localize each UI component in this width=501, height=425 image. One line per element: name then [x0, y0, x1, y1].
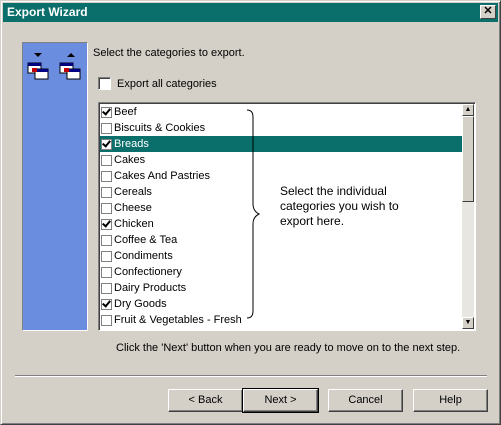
category-checkbox[interactable] — [101, 202, 112, 214]
list-item[interactable]: Breads — [100, 136, 463, 152]
category-checkbox[interactable] — [101, 282, 112, 294]
callout-text: Select the individual categories you wis… — [280, 184, 399, 228]
list-item[interactable]: Dry Goods — [100, 296, 463, 312]
category-checkbox[interactable] — [101, 218, 112, 230]
category-label[interactable]: Condiments — [114, 250, 173, 262]
list-item[interactable]: Cakes — [100, 152, 463, 168]
category-checkbox[interactable] — [101, 250, 112, 262]
back-button-label: < Back — [188, 394, 223, 406]
category-checkbox[interactable] — [101, 154, 112, 166]
category-checkbox[interactable] — [101, 266, 112, 278]
category-label[interactable]: Cereals — [114, 186, 152, 198]
category-checkbox[interactable] — [101, 138, 112, 150]
help-button-label: Help — [439, 394, 462, 406]
button-separator — [15, 375, 487, 377]
title-bar[interactable]: Export Wizard ✕ — [3, 3, 498, 22]
list-item[interactable]: Beef — [100, 104, 463, 120]
dialog-title: Export Wizard — [7, 5, 88, 19]
category-label[interactable]: Dairy Products — [114, 282, 186, 294]
export-all-checkbox-box[interactable] — [98, 77, 111, 90]
category-label[interactable]: Cheese — [114, 202, 152, 214]
instructions-text: Select the categories to export. — [93, 47, 245, 59]
close-button[interactable]: ✕ — [480, 5, 496, 19]
vertical-scrollbar[interactable]: ▲ ▼ — [462, 104, 474, 329]
cancel-button[interactable]: Cancel — [328, 389, 403, 412]
list-item[interactable]: Confectionery — [100, 264, 463, 280]
category-checkbox[interactable] — [101, 170, 112, 182]
scroll-up-button[interactable]: ▲ — [462, 104, 474, 116]
category-label[interactable]: Coffee & Tea — [114, 234, 177, 246]
category-label[interactable]: Fruit & Vegetables - Fresh — [114, 314, 242, 326]
export-all-checkbox[interactable]: Export all categories — [98, 77, 217, 90]
category-checkbox[interactable] — [101, 122, 112, 134]
list-item[interactable]: Cakes And Pastries — [100, 168, 463, 184]
category-label[interactable]: Chicken — [114, 218, 154, 230]
export-tables-icon — [27, 53, 81, 80]
wizard-side-panel — [22, 42, 88, 331]
export-wizard-dialog: Export Wizard ✕ Select the categories to… — [0, 0, 501, 425]
category-checkbox[interactable] — [101, 186, 112, 198]
category-checkbox[interactable] — [101, 234, 112, 246]
scroll-thumb[interactable] — [462, 116, 474, 202]
list-item[interactable]: Condiments — [100, 248, 463, 264]
list-item[interactable]: Dairy Products — [100, 280, 463, 296]
category-label[interactable]: Cakes — [114, 154, 145, 166]
category-checkbox[interactable] — [101, 298, 112, 310]
list-item[interactable]: Fruit & Vegetables - Fresh — [100, 312, 463, 328]
category-checkbox[interactable] — [101, 314, 112, 326]
category-label[interactable]: Breads — [114, 138, 149, 150]
scroll-down-button[interactable]: ▼ — [462, 317, 474, 329]
close-icon: ✕ — [483, 5, 493, 17]
category-label[interactable]: Beef — [114, 106, 137, 118]
next-button[interactable]: Next > — [242, 388, 319, 413]
back-button[interactable]: < Back — [168, 389, 243, 412]
cancel-button-label: Cancel — [348, 394, 383, 406]
help-button[interactable]: Help — [413, 389, 488, 412]
list-item[interactable]: Biscuits & Cookies — [100, 120, 463, 136]
category-label[interactable]: Biscuits & Cookies — [114, 122, 205, 134]
list-item[interactable]: Coffee & Tea — [100, 232, 463, 248]
scroll-up-arrow-icon: ▲ — [464, 106, 472, 113]
category-label[interactable]: Cakes And Pastries — [114, 170, 210, 182]
next-button-label: Next > — [264, 394, 297, 406]
export-all-label[interactable]: Export all categories — [117, 78, 217, 90]
next-hint-text: Click the 'Next' button when you are rea… — [116, 342, 461, 354]
category-label[interactable]: Dry Goods — [114, 298, 167, 310]
category-label[interactable]: Confectionery — [114, 266, 182, 278]
callout-bracket — [247, 109, 261, 319]
category-checkbox[interactable] — [101, 106, 112, 118]
scroll-down-arrow-icon: ▼ — [464, 319, 472, 326]
